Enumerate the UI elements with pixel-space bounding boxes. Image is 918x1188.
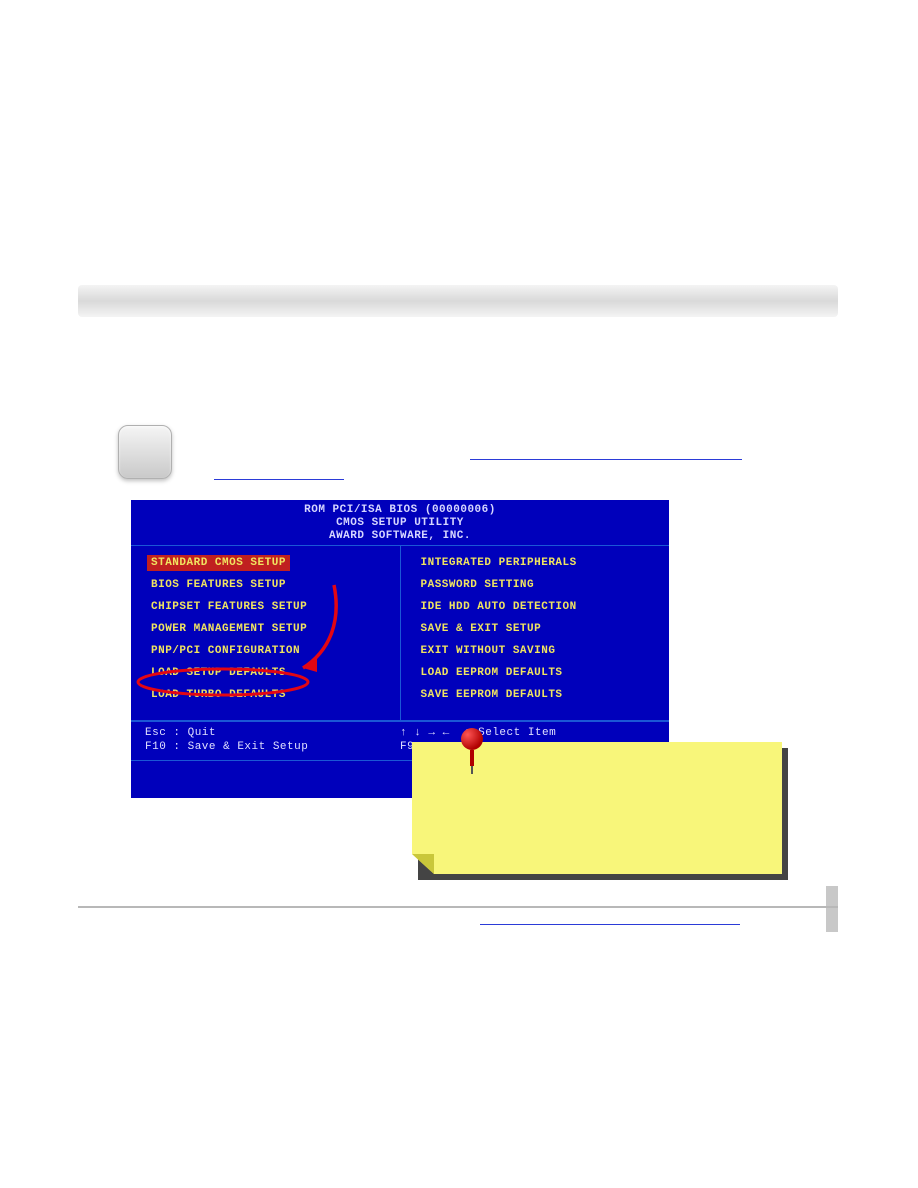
bios-menu: STANDARD CMOS SETUP BIOS FEATURES SETUP … (131, 545, 669, 721)
sticky-note-fold (412, 854, 434, 874)
pushpin-icon (455, 728, 489, 770)
bios-title-line: AWARD SOFTWARE, INC. (131, 530, 669, 543)
link-underline (470, 459, 742, 460)
bios-item[interactable]: CHIPSET FEATURES SETUP (151, 596, 384, 618)
bios-item[interactable]: LOAD TURBO DEFAULTS (151, 684, 384, 706)
bios-item[interactable]: BIOS FEATURES SETUP (151, 574, 384, 596)
bios-header: ROM PCI/ISA BIOS (00000006) CMOS SETUP U… (131, 500, 669, 545)
bios-item[interactable]: PASSWORD SETTING (421, 574, 654, 596)
bios-item[interactable]: PNP/PCI CONFIGURATION (151, 640, 384, 662)
bios-key-left: Esc : Quit F10 : Save & Exit Setup (145, 726, 400, 754)
bios-item[interactable]: IDE HDD AUTO DETECTION (421, 596, 654, 618)
bios-menu-right: INTEGRATED PERIPHERALS PASSWORD SETTING … (400, 546, 670, 720)
header-bar (78, 285, 838, 317)
bios-item-selected[interactable]: STANDARD CMOS SETUP (147, 555, 290, 571)
link-underline (214, 479, 344, 480)
bios-title-line: CMOS SETUP UTILITY (131, 517, 669, 530)
page-edge-tab (826, 886, 838, 932)
bios-item[interactable]: EXIT WITHOUT SAVING (421, 640, 654, 662)
bios-title-line: ROM PCI/ISA BIOS (00000006) (131, 504, 669, 517)
bios-item[interactable]: INTEGRATED PERIPHERALS (421, 552, 654, 574)
bios-item[interactable]: POWER MANAGEMENT SETUP (151, 618, 384, 640)
bios-menu-left: STANDARD CMOS SETUP BIOS FEATURES SETUP … (131, 546, 400, 720)
bios-item[interactable]: SAVE & EXIT SETUP (421, 618, 654, 640)
link-underline (480, 924, 740, 925)
divider (78, 906, 838, 908)
bios-item[interactable]: SAVE EEPROM DEFAULTS (421, 684, 654, 706)
bios-item-load-setup-defaults[interactable]: LOAD SETUP DEFAULTS (151, 662, 384, 684)
step-key-icon (118, 425, 172, 479)
bios-item[interactable]: LOAD EEPROM DEFAULTS (421, 662, 654, 684)
